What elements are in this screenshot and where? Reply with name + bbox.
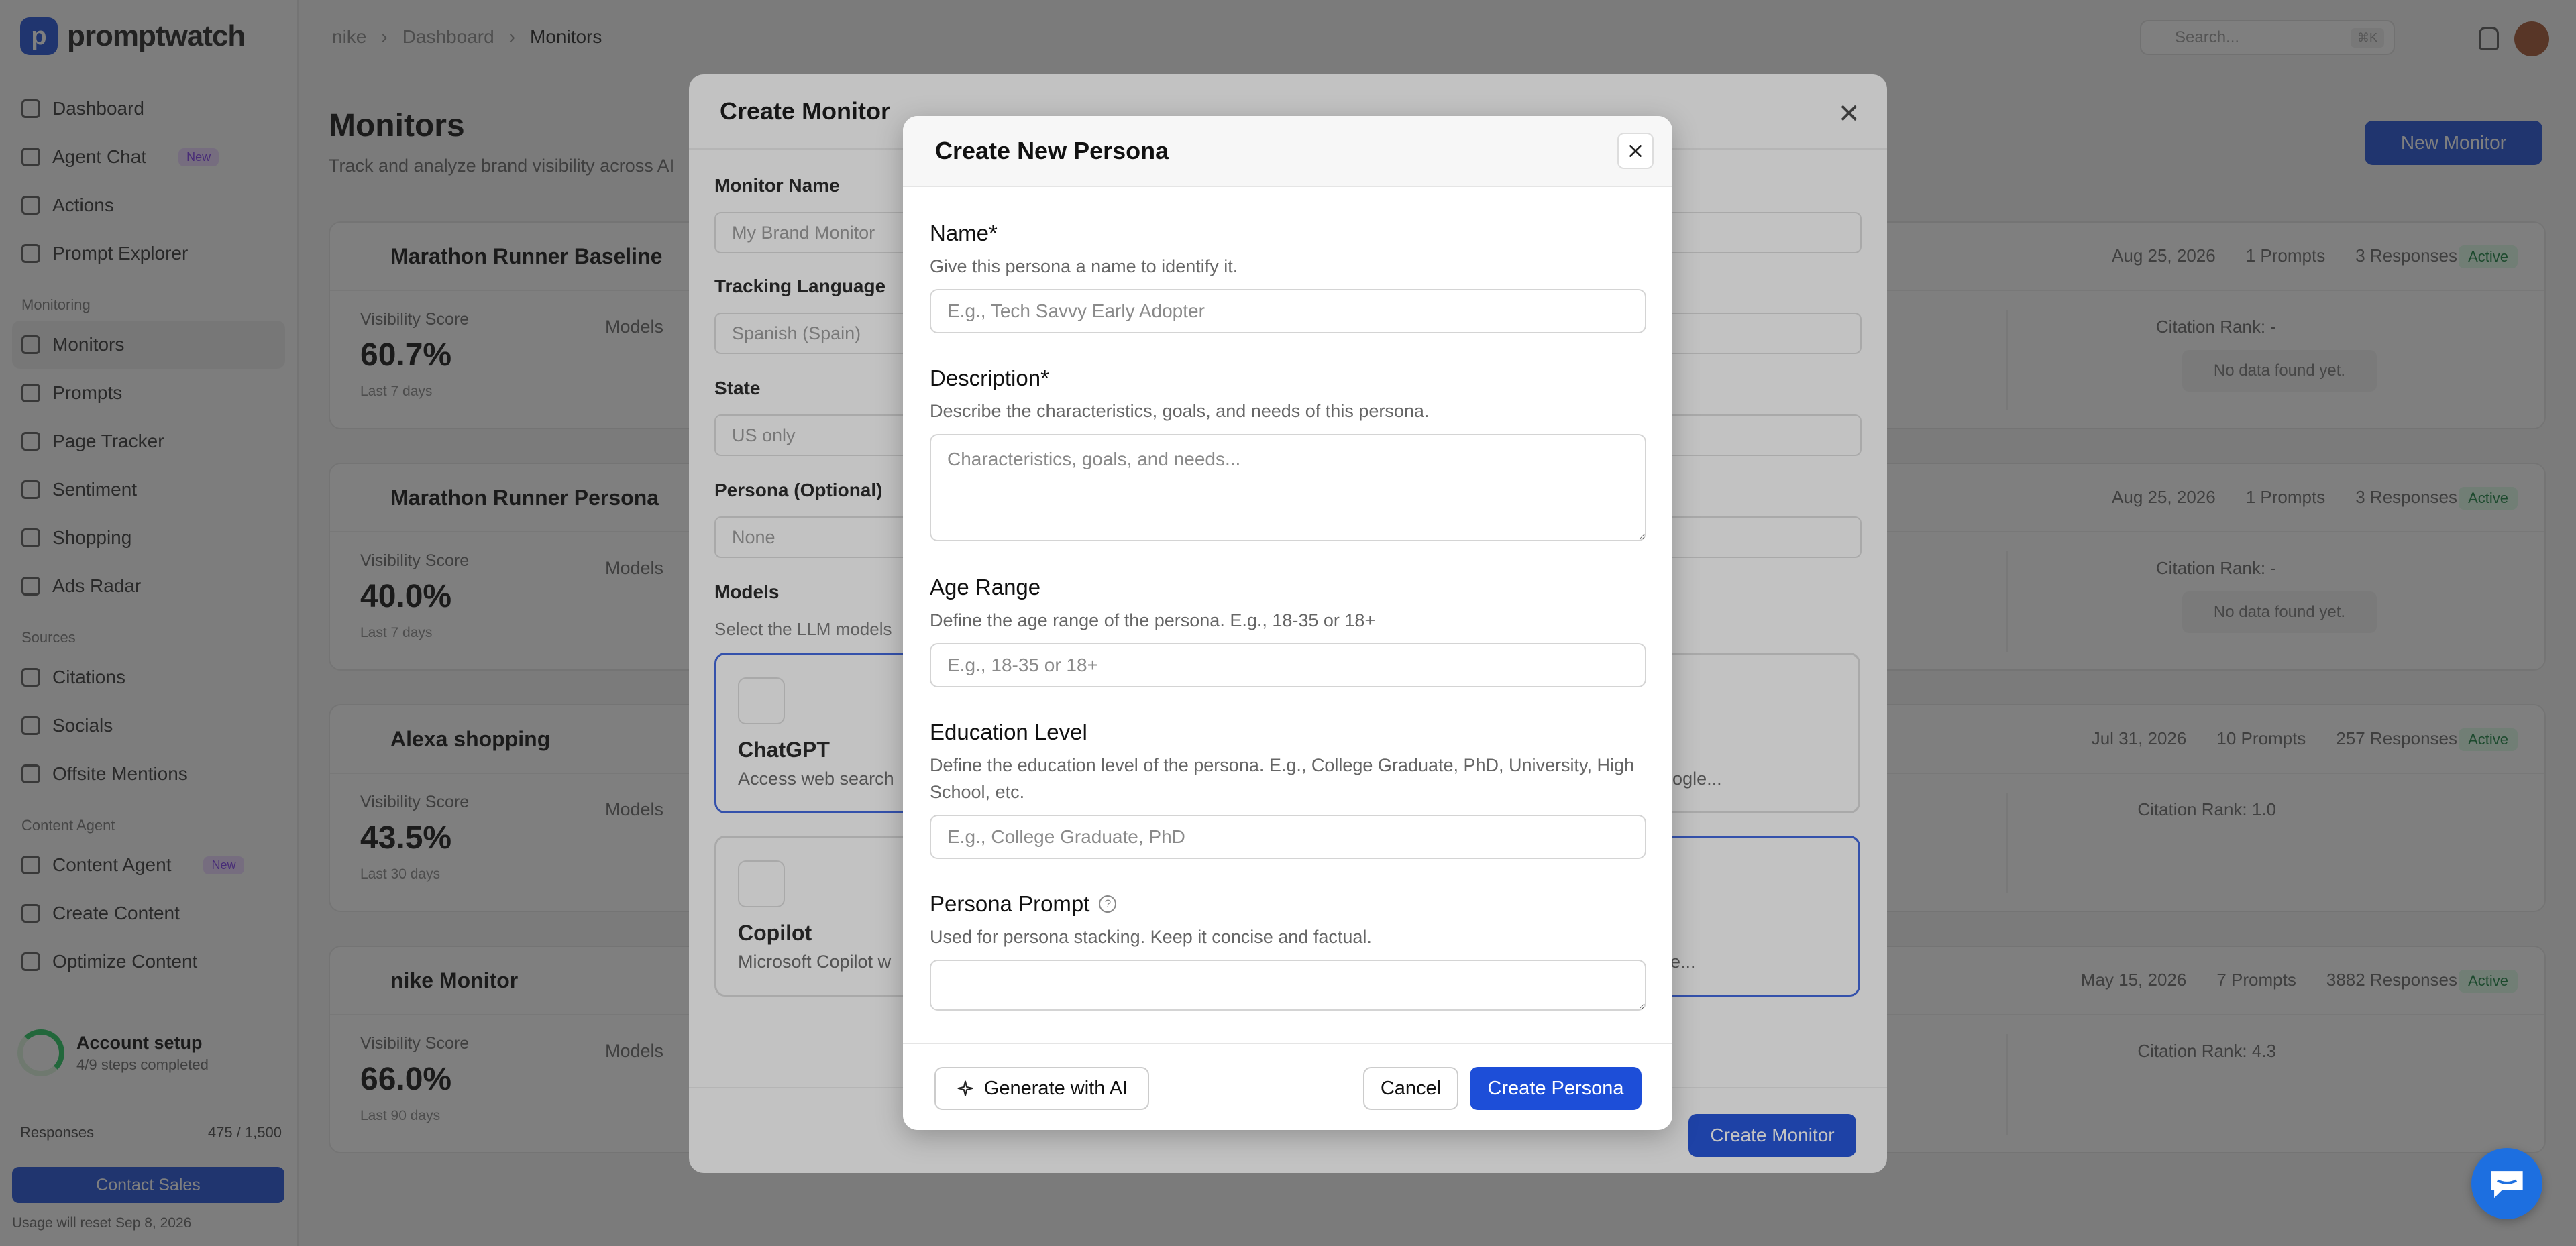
age-range-hint: Define the age range of the persona. E.g… [930, 610, 1376, 630]
persona-prompt-hint: Used for persona stacking. Keep it conci… [930, 927, 1372, 947]
create-persona-modal: Create New Persona Name* Give this perso… [903, 116, 1672, 1130]
sparkle-icon [957, 1080, 973, 1096]
education-level-hint: Define the education level of the person… [930, 755, 1635, 802]
cancel-button[interactable]: Cancel [1363, 1067, 1458, 1110]
help-circle-icon[interactable]: ? [1099, 895, 1117, 913]
education-level-field: Education Level Define the education lev… [930, 720, 1646, 859]
close-button[interactable] [1617, 133, 1654, 169]
age-range-field: Age Range Define the age range of the pe… [930, 575, 1646, 687]
modal-header: Create New Persona [903, 116, 1672, 187]
description-label: Description* [930, 365, 1049, 390]
description-field: Description* Describe the characteristic… [930, 365, 1646, 545]
description-hint: Describe the characteristics, goals, and… [930, 401, 1430, 421]
chat-bubble-icon [2491, 1171, 2523, 1198]
create-persona-button[interactable]: Create Persona [1470, 1067, 1642, 1110]
persona-prompt-label: Persona Prompt [930, 891, 1090, 916]
education-level-label: Education Level [930, 720, 1087, 744]
generate-with-ai-button[interactable]: Generate with AI [934, 1067, 1149, 1110]
description-textarea[interactable] [930, 434, 1646, 541]
chat-launcher-button[interactable] [2471, 1148, 2542, 1219]
modal-footer: Generate with AI Cancel Create Persona [903, 1043, 1672, 1130]
name-hint: Give this persona a name to identify it. [930, 256, 1238, 276]
age-range-input[interactable] [930, 643, 1646, 687]
name-label: Name* [930, 221, 998, 245]
generate-label: Generate with AI [983, 1077, 1128, 1099]
name-field: Name* Give this persona a name to identi… [930, 221, 1646, 333]
persona-prompt-field: Persona Prompt ? Used for persona stacki… [930, 891, 1646, 1014]
persona-prompt-textarea[interactable] [930, 960, 1646, 1011]
age-range-label: Age Range [930, 575, 1041, 600]
name-input[interactable] [930, 289, 1646, 333]
persona-prompt-label-row: Persona Prompt ? [930, 891, 1646, 917]
modal-title: Create New Persona [935, 137, 1169, 164]
close-icon [1629, 145, 1642, 157]
education-level-input[interactable] [930, 815, 1646, 859]
